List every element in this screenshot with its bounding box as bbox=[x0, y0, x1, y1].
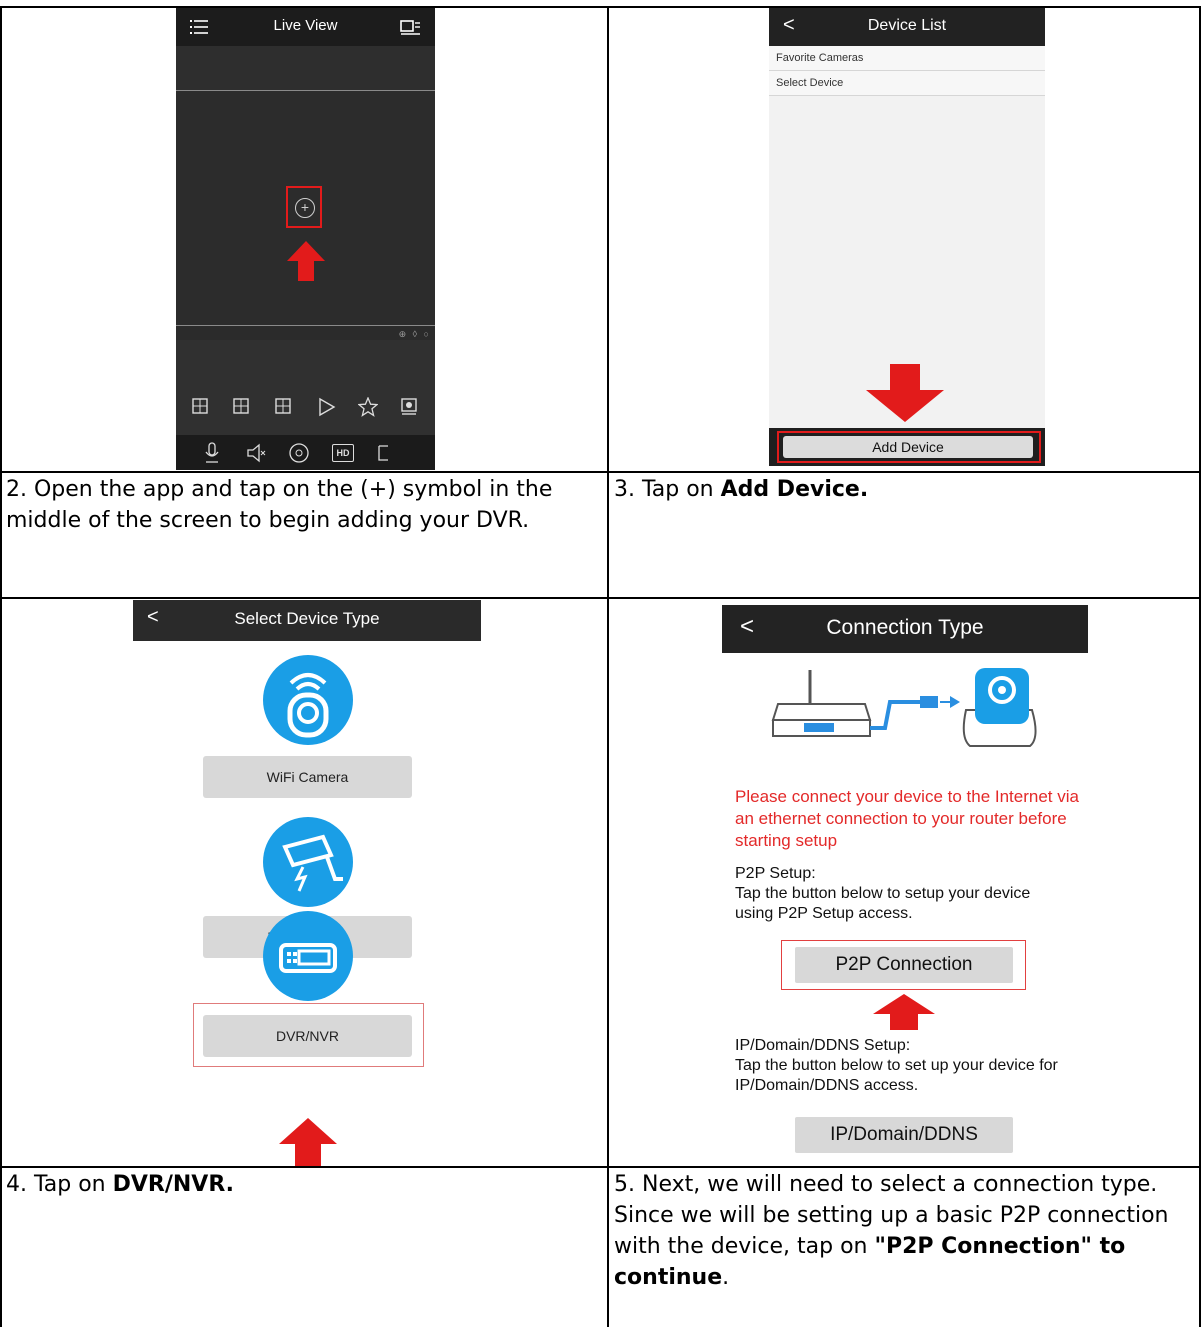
table-border bbox=[0, 597, 1201, 599]
red-arrow-up-icon bbox=[873, 994, 935, 1030]
router-camera-illustration bbox=[771, 668, 1037, 747]
step-3-caption: 3. Tap on Add Device. bbox=[614, 474, 1194, 505]
p2p-setup-heading: P2P Setup: bbox=[735, 865, 816, 882]
connection-type-header: < Connection Type bbox=[722, 605, 1088, 653]
red-arrow-down-icon bbox=[866, 364, 944, 422]
dvr-nvr-button[interactable]: DVR/NVR bbox=[203, 1015, 412, 1057]
step-2-text: 2. Open the app and tap on the (+) symbo… bbox=[6, 477, 553, 533]
table-border bbox=[0, 471, 1201, 473]
live-view-screenshot: Live View + ⊕ ◊ ○ HD bbox=[176, 8, 435, 470]
grid-9-icon[interactable] bbox=[233, 398, 251, 416]
instruction-table: Live View + ⊕ ◊ ○ HD < Device List Favor… bbox=[0, 0, 1201, 1327]
wifi-camera-icon[interactable] bbox=[263, 655, 353, 745]
p2p-setup-text: Tap the button below to setup your devic… bbox=[735, 885, 1031, 922]
connection-type-title: Connection Type bbox=[826, 616, 984, 639]
live-view-bottom-bar: HD bbox=[176, 435, 435, 470]
device-list-bottom-bar: Add Device bbox=[769, 428, 1045, 466]
step-3-bold: Add Device. bbox=[720, 477, 869, 502]
step-4-caption: 4. Tap on DVR/NVR. bbox=[6, 1169, 601, 1200]
step-2-caption: 2. Open the app and tap on the (+) symbo… bbox=[6, 474, 601, 536]
live-view-title: Live View bbox=[273, 17, 338, 34]
live-view-pane[interactable]: + bbox=[176, 91, 435, 326]
table-border bbox=[607, 6, 609, 1327]
device-list-icon[interactable] bbox=[398, 15, 422, 39]
add-device-highlight: Add Device bbox=[777, 431, 1041, 463]
star-icon[interactable] bbox=[358, 397, 378, 417]
list-item-favorite-cameras[interactable]: Favorite Cameras bbox=[769, 46, 1045, 71]
device-list-title: Device List bbox=[867, 17, 947, 34]
red-arrow-up-icon bbox=[279, 1118, 337, 1166]
table-border bbox=[0, 1166, 1201, 1168]
step-3-prefix: 3. Tap on bbox=[614, 477, 721, 502]
snapshot-icon[interactable] bbox=[376, 443, 392, 463]
view-mini-icons: ⊕ ◊ ○ bbox=[398, 329, 431, 339]
grid-4-icon[interactable] bbox=[192, 398, 210, 416]
ip-setup-text: Tap the button below to set up your devi… bbox=[735, 1057, 1058, 1094]
ptz-icon[interactable] bbox=[288, 442, 310, 464]
table-border bbox=[0, 6, 2, 1327]
live-view-strip bbox=[176, 46, 435, 91]
record-icon[interactable] bbox=[400, 397, 418, 417]
add-device-highlight: + bbox=[286, 186, 322, 228]
select-device-type-title: Select Device Type bbox=[234, 609, 380, 628]
ip-setup-heading: IP/Domain/DDNS Setup: bbox=[735, 1037, 911, 1054]
step-4-prefix: 4. Tap on bbox=[6, 1172, 113, 1197]
wifi-camera-button[interactable]: WiFi Camera bbox=[203, 756, 412, 798]
hd-icon[interactable]: HD bbox=[332, 444, 354, 462]
connection-warning: Please connect your device to the Intern… bbox=[735, 787, 1079, 850]
live-view-toolbar bbox=[176, 340, 435, 435]
grid-16-icon[interactable] bbox=[275, 398, 293, 416]
list-item-select-device[interactable]: Select Device bbox=[769, 71, 1045, 96]
select-device-type-header: < Select Device Type bbox=[133, 600, 481, 641]
step-4-bold: DVR/NVR. bbox=[112, 1172, 235, 1197]
p2p-connection-button[interactable]: P2P Connection bbox=[795, 947, 1013, 983]
add-device-button[interactable]: Add Device bbox=[783, 436, 1033, 458]
dvr-nvr-icon[interactable] bbox=[263, 911, 353, 1001]
play-icon[interactable] bbox=[318, 397, 336, 417]
poe-camera-icon[interactable] bbox=[263, 817, 353, 907]
device-list-screenshot: < Device List Favorite Cameras Select De… bbox=[769, 8, 1045, 466]
add-channel-plus-icon[interactable]: + bbox=[295, 198, 315, 218]
red-arrow-up-icon bbox=[287, 241, 325, 281]
device-list-header: < Device List bbox=[769, 8, 1045, 46]
live-view-header: Live View bbox=[176, 8, 435, 46]
microphone-icon[interactable] bbox=[204, 442, 220, 464]
step-5-caption: 5. Next, we will need to select a connec… bbox=[614, 1169, 1194, 1293]
ip-domain-ddns-button[interactable]: IP/Domain/DDNS bbox=[795, 1117, 1013, 1153]
speaker-icon[interactable] bbox=[246, 443, 266, 463]
step-5-suffix: . bbox=[722, 1265, 730, 1290]
